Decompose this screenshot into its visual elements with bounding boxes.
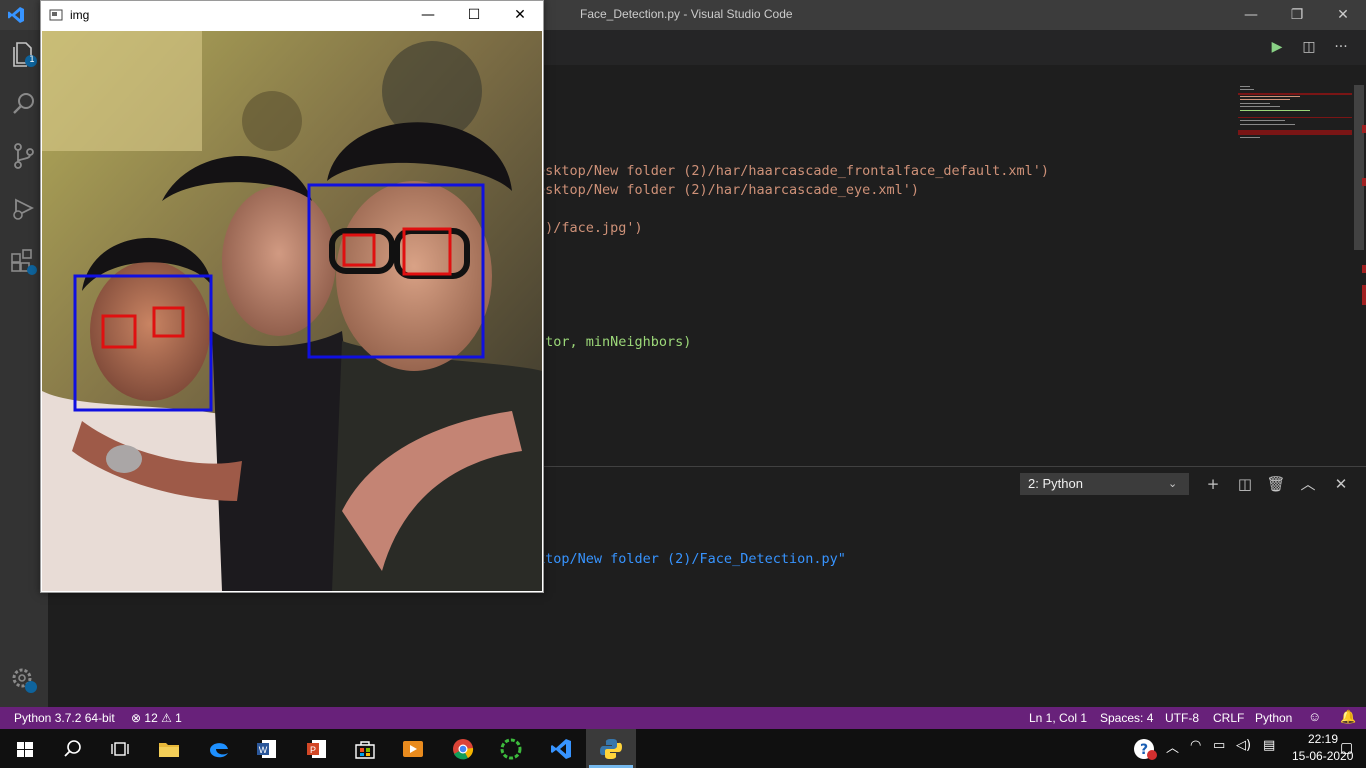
split-editor-icon[interactable]: ◫ (1297, 37, 1321, 57)
code-line-eye-cascade[interactable]: esktop/New folder (2)/har/haarcascade_ey… (537, 182, 919, 198)
chevron-down-icon[interactable]: ⌄ (1168, 473, 1177, 495)
code-line-detect[interactable]: ctor, minNeighbors) (537, 334, 691, 350)
detection-image (42, 31, 542, 591)
code-line-face-cascade[interactable]: esktop/New folder (2)/har/haarcascade_fr… (537, 163, 1049, 179)
image-window-title: img (70, 8, 90, 22)
minimize-button[interactable]: — (1228, 0, 1274, 30)
python-icon[interactable] (598, 736, 624, 762)
svg-text:W: W (259, 745, 268, 755)
windows-taskbar (0, 729, 1366, 768)
terminal-select[interactable]: 2: Python (1020, 473, 1189, 495)
scrollbar-error-marker (1362, 125, 1366, 133)
explorer-badge: 1 (29, 55, 35, 65)
new-terminal-icon[interactable]: + (1202, 474, 1224, 494)
encoding[interactable]: UTF-8 (1165, 711, 1199, 725)
terminal-output-line[interactable]: ktop/New folder (2)/Face_Detection.py" (537, 551, 846, 567)
media-player-icon[interactable] (400, 736, 426, 762)
show-hidden-icons-icon[interactable]: ︿ (1166, 737, 1179, 756)
indentation[interactable]: Spaces: 4 (1100, 711, 1153, 725)
chrome-icon[interactable] (450, 736, 476, 762)
python-interpreter[interactable]: Python 3.7.2 64-bit (14, 711, 115, 725)
notifications-bell-icon[interactable]: 🔔 (1340, 709, 1356, 725)
line-ending[interactable]: CRLF (1213, 711, 1244, 725)
window-title: Face_Detection.py - Visual Studio Code (580, 7, 793, 21)
settings-gear-icon[interactable] (8, 664, 40, 696)
close-panel-icon[interactable]: ✕ (1330, 474, 1352, 494)
run-icon[interactable]: ▶ (1265, 37, 1289, 57)
language-mode[interactable]: Python (1255, 711, 1292, 725)
clock-time[interactable]: 22:19 (1308, 732, 1338, 746)
split-terminal-icon[interactable]: ◫ (1234, 474, 1256, 494)
kill-terminal-icon[interactable]: 🗑 (1265, 474, 1287, 494)
minimap[interactable] (1238, 84, 1354, 142)
image-maximize-button[interactable]: ☐ (451, 1, 497, 30)
window-app-icon (49, 9, 63, 21)
maximize-panel-icon[interactable]: ︿ (1297, 474, 1319, 494)
task-view-icon[interactable] (107, 736, 133, 762)
cursor-position[interactable]: Ln 1, Col 1 (1029, 711, 1087, 725)
code-line-image-read[interactable]: 2)/face.jpg') (537, 220, 643, 236)
search-icon[interactable] (60, 736, 86, 762)
vscode-logo-icon[interactable] (6, 5, 26, 25)
debug-icon[interactable] (8, 192, 40, 224)
action-center-icon[interactable]: ▢ (1340, 740, 1353, 756)
editor-scrollbar-thumb[interactable] (1354, 85, 1364, 250)
keyboard-input-icon[interactable]: ▤ (1263, 738, 1275, 753)
svg-text:P: P (310, 745, 316, 755)
edge-browser-icon[interactable] (206, 736, 232, 762)
status-bar: Python 3.7.2 64-bit ⊗ 12 ⚠ 1 Ln 1, Col 1… (0, 707, 1366, 729)
feedback-icon[interactable]: ☺ (1308, 709, 1321, 724)
close-button[interactable]: ✕ (1320, 0, 1366, 30)
restore-button[interactable]: ❐ (1274, 0, 1320, 30)
file-explorer-icon[interactable] (156, 736, 182, 762)
source-control-icon[interactable] (8, 140, 40, 172)
explorer-icon[interactable] (8, 38, 40, 70)
app-progress-icon[interactable] (498, 736, 524, 762)
extensions-icon[interactable] (8, 246, 40, 278)
help-icon[interactable]: ? (1133, 737, 1159, 761)
windows-start-icon[interactable] (12, 736, 38, 762)
powerpoint-icon[interactable]: P (304, 736, 330, 762)
search-icon[interactable] (8, 88, 40, 120)
scrollbar-error-marker (1362, 178, 1366, 186)
image-minimize-button[interactable]: — (405, 1, 451, 30)
scrollbar-error-marker (1362, 285, 1366, 305)
more-actions-icon[interactable]: ··· (1329, 37, 1353, 57)
battery-icon[interactable]: ▭ (1213, 738, 1225, 753)
svg-text:?: ? (1140, 742, 1148, 758)
problems-count[interactable]: ⊗ 12 ⚠ 1 (131, 711, 182, 725)
word-icon[interactable]: W (254, 736, 280, 762)
wifi-icon[interactable]: ◠ (1190, 738, 1201, 753)
image-close-button[interactable]: ✕ (497, 1, 543, 30)
vscode-taskbar-icon[interactable] (548, 736, 574, 762)
scrollbar-error-marker (1362, 265, 1366, 273)
store-icon[interactable] (352, 736, 378, 762)
volume-icon[interactable]: ◁) (1236, 738, 1251, 753)
